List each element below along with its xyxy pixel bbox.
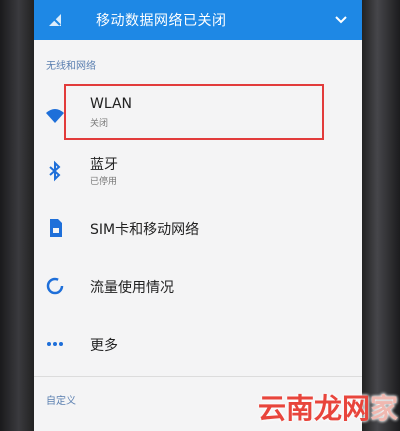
section-header-custom: 自定义 — [46, 396, 76, 407]
signal-off-icon — [49, 14, 61, 26]
watermark-suffix: 家 — [369, 392, 398, 425]
settings-item-data-usage[interactable]: 流量使用情况 — [34, 257, 362, 315]
watermark-text: 云南龙网 — [257, 392, 370, 425]
data-usage-icon — [44, 275, 66, 297]
wlan-status: 关闭 — [90, 119, 109, 129]
more-label: 更多 — [90, 338, 118, 354]
banner-title: 移动数据网络已关闭 — [96, 13, 227, 29]
bluetooth-label: 蓝牙 — [90, 157, 118, 173]
wlan-label: WLAN — [90, 96, 133, 112]
data-usage-label: 流量使用情况 — [90, 280, 174, 296]
wifi-icon — [44, 104, 66, 126]
settings-item-bluetooth[interactable]: 蓝牙 已停用 — [34, 142, 362, 200]
site-watermark: 云南龙网家 — [258, 387, 398, 427]
sim-card-icon — [44, 217, 66, 239]
section-header-wireless: 无线和网络 — [46, 61, 96, 72]
settings-screen: 移动数据网络已关闭 无线和网络 WLAN 关闭 蓝牙 已停用 SIM卡和移动网络… — [34, 0, 362, 431]
settings-item-wlan[interactable]: WLAN 关闭 — [34, 86, 362, 144]
sim-label: SIM卡和移动网络 — [90, 222, 200, 238]
bluetooth-icon — [44, 160, 66, 182]
mobile-data-off-banner[interactable]: 移动数据网络已关闭 — [34, 0, 362, 40]
section-divider — [34, 376, 362, 377]
settings-item-sim[interactable]: SIM卡和移动网络 — [34, 199, 362, 257]
bluetooth-status: 已停用 — [90, 177, 118, 187]
phone-bezel-right — [362, 0, 400, 431]
phone-bezel-left — [0, 0, 34, 431]
more-dots-icon — [44, 333, 66, 355]
chevron-down-icon[interactable] — [334, 12, 348, 26]
settings-item-more[interactable]: 更多 — [34, 315, 362, 373]
